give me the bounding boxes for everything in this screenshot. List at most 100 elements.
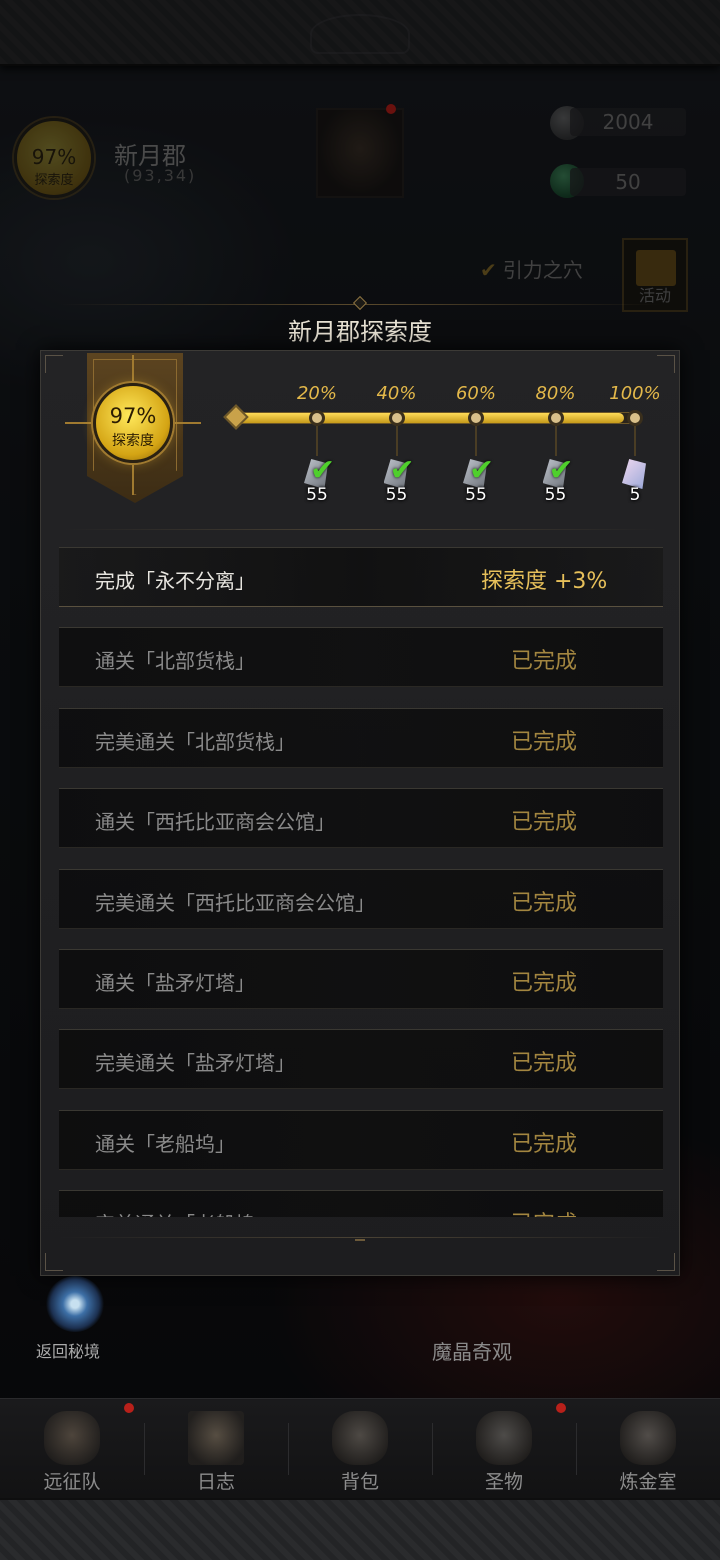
progress-start-diamond: [223, 404, 249, 430]
task-row[interactable]: 通关「老船坞」 已完成: [59, 1109, 663, 1170]
reward-count: 55: [385, 485, 408, 505]
wonder-label[interactable]: 魔晶奇观: [432, 1336, 512, 1365]
reward-count: 5: [629, 485, 641, 505]
milestone-node: [388, 410, 405, 426]
bottom-frame: [0, 1498, 720, 1560]
nav-item-1[interactable]: 日志: [144, 1399, 288, 1499]
nav-divider: [144, 1423, 145, 1475]
reward-count: 55: [544, 485, 567, 505]
task-status: 已完成: [511, 1206, 577, 1217]
task-label: 完美通关「老船坞」: [95, 1208, 275, 1217]
exploration-panel: 97% 探索度 20% ✔ 55 40% ✔ 55 60% ✔ 55 80% ✔ 55 100% 5 完成…: [40, 350, 680, 1276]
task-label: 完美通关「北部货栈」: [95, 729, 295, 754]
milestone-reward[interactable]: ✔ 55: [453, 453, 499, 505]
milestone-label: 20%: [296, 383, 337, 404]
medal-label: 探索度: [112, 433, 154, 449]
task-row[interactable]: 完美通关「西托比亚商会公馆」 已完成: [59, 868, 663, 929]
milestone-reward[interactable]: 5: [612, 453, 658, 505]
milestone-stem: [634, 426, 636, 456]
footer-ornament: [355, 1233, 365, 1241]
exploration-progress-bar: [237, 412, 637, 424]
milestone-reward[interactable]: ✔ 55: [533, 453, 579, 505]
task-status: 已完成: [511, 649, 578, 675]
notification-dot: [124, 1403, 134, 1413]
task-label: 通关「北部货栈」: [95, 649, 255, 674]
portal-icon: [46, 1276, 104, 1332]
task-label: 完美通关「西托比亚商会公馆」: [95, 890, 375, 915]
milestone-label: 60%: [455, 383, 496, 404]
milestone-node: [547, 410, 564, 426]
milestone-reward[interactable]: ✔ 55: [374, 453, 420, 505]
exploration-medal: 97% 探索度: [93, 383, 173, 463]
panel-corner: [657, 355, 675, 373]
task-row[interactable]: 完美通关「盐矛灯塔」 已完成: [59, 1029, 663, 1090]
nav-item-2[interactable]: 背包: [288, 1399, 432, 1499]
task-label: 通关「盐矛灯塔」: [95, 971, 255, 995]
nav-divider: [576, 1423, 577, 1475]
progress-fill: [238, 413, 625, 423]
task-label: 通关「老船坞」: [95, 1131, 235, 1156]
task-list[interactable]: 完成「永不分离」 探索度 +3% 通关「北部货栈」 已完成 完美通关「北部货栈」 已完成通…: [59, 547, 663, 1217]
panel-corner: [657, 1253, 675, 1271]
check-icon: ✔: [389, 453, 415, 488]
task-row[interactable]: 通关「北部货栈」 已完成: [59, 627, 663, 688]
helmet-icon: [44, 1411, 100, 1465]
panel-corner: [45, 355, 63, 373]
milestone-stem: [475, 426, 477, 456]
task-status: 已完成: [511, 971, 578, 996]
task-status: 已完成: [511, 729, 578, 755]
nav-label: 日志: [196, 1471, 235, 1493]
nav-divider: [432, 1423, 433, 1475]
milestone-label: 80%: [535, 383, 576, 404]
header-divider: [61, 529, 661, 530]
nav-label: 炼金室: [619, 1471, 677, 1493]
task-row[interactable]: 完美通关「老船坞」 已完成: [59, 1190, 663, 1217]
return-portal-label: 返回秘境: [36, 1342, 101, 1361]
bottom-nav: 远征队 日志 背包 圣物 炼金室: [0, 1398, 720, 1498]
milestone-stem: [395, 426, 398, 456]
milestone-node: [468, 410, 484, 426]
medal-percent: 97%: [109, 404, 157, 428]
panel-corner: [45, 1253, 63, 1271]
relic-icon: [476, 1411, 532, 1465]
nav-item-3[interactable]: 圣物: [432, 1399, 576, 1499]
milestone-stem: [316, 426, 318, 456]
medal-spike: [132, 465, 134, 495]
nav-divider: [288, 1423, 289, 1475]
reward-count: 55: [306, 485, 328, 505]
task-status: 已完成: [511, 1131, 578, 1157]
return-portal-button[interactable]: [40, 1276, 110, 1336]
task-status: 已完成: [511, 1051, 578, 1077]
nav-label: 远征队: [43, 1471, 101, 1493]
check-icon: ✔: [469, 453, 495, 488]
nav-label: 背包: [340, 1471, 379, 1493]
reward-count: 55: [465, 485, 487, 505]
task-label: 完美通关「盐矛灯塔」: [95, 1051, 295, 1076]
milestone-stem: [554, 426, 557, 456]
milestone-node: [309, 410, 325, 426]
task-row[interactable]: 通关「盐矛灯塔」 已完成: [59, 949, 663, 1009]
check-icon: ✔: [548, 453, 574, 488]
task-status: 已完成: [511, 810, 578, 836]
nav-label: 圣物: [484, 1471, 523, 1493]
task-label: 完成「永不分离」: [95, 569, 255, 593]
nav-item-4[interactable]: 炼金室: [576, 1399, 720, 1499]
medal-spike: [65, 422, 91, 424]
milestone-label: 40%: [376, 383, 417, 404]
medal-spike: [132, 355, 134, 381]
notification-dot: [556, 1403, 566, 1413]
task-status: 已完成: [511, 890, 578, 916]
modal-title: 新月郡探索度: [288, 318, 432, 346]
milestone-node: [627, 410, 643, 426]
nav-item-0[interactable]: 远征队: [0, 1399, 144, 1499]
check-icon: ✔: [310, 453, 336, 488]
alchemy-icon: [620, 1411, 676, 1465]
milestone-reward[interactable]: ✔ 55: [294, 453, 340, 505]
task-row[interactable]: 完美通关「北部货栈」 已完成: [59, 707, 663, 768]
backpack-icon: [332, 1411, 388, 1465]
task-row[interactable]: 通关「西托比亚商会公馆」 已完成: [59, 788, 663, 849]
task-status: 探索度 +3%: [481, 569, 608, 594]
task-label: 通关「西托比亚商会公馆」: [95, 810, 335, 835]
milestone-label: 100%: [609, 383, 661, 404]
task-row[interactable]: 完成「永不分离」 探索度 +3%: [59, 547, 663, 607]
